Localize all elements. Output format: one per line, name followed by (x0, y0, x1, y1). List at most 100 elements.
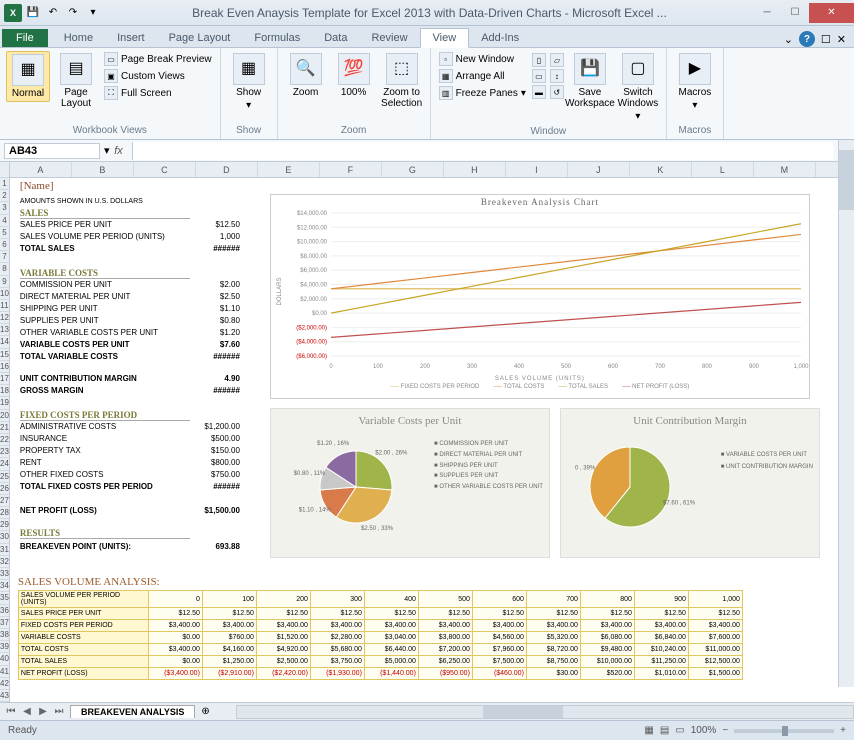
normal-view-icon: ▦ (12, 54, 44, 86)
tab-addins[interactable]: Add-Ins (469, 29, 531, 47)
sales-volume-analysis: SALES VOLUME ANALYSIS: SALES VOLUME PER … (18, 576, 818, 680)
svg-text:$2,000.00: $2,000.00 (300, 297, 327, 303)
save-workspace-icon: 💾 (574, 53, 606, 85)
zoom-level[interactable]: 100% (691, 725, 717, 736)
page-break-preview-button[interactable]: ▭Page Break Preview (102, 51, 214, 67)
svg-text:$8,000.00: $8,000.00 (300, 254, 327, 260)
horizontal-scrollbar[interactable] (236, 705, 854, 719)
pie1-svg: $2.00 , 26%$2.50 , 33%$1.10 , 14%$0.80 ,… (291, 437, 421, 547)
window-restore-icon[interactable]: ☐ (821, 33, 831, 46)
zoom-out-icon[interactable]: − (722, 725, 728, 736)
minimize-button[interactable]: ─ (753, 3, 781, 23)
arrange-all-button[interactable]: ▦Arrange All (437, 68, 528, 84)
new-window-button[interactable]: ▫New Window (437, 51, 528, 67)
quick-access-toolbar: X 💾 ↶ ↷ ▾ (0, 4, 106, 22)
macros-button[interactable]: ▶Macros▾ (673, 51, 717, 113)
analysis-table[interactable]: SALES VOLUME PER PERIOD (UNITS)010020030… (18, 590, 743, 680)
sync-scroll-icon[interactable]: ↕ (550, 69, 564, 83)
breakeven-chart[interactable]: Breakeven Analysis Chart $14,000.00$12,0… (270, 194, 810, 399)
tab-formulas[interactable]: Formulas (242, 29, 312, 47)
sheet-nav[interactable]: ⏮◀▶⏭ (0, 706, 70, 717)
sheet-tab-bar: ⏮◀▶⏭ BREAKEVEN ANALYSIS ⊕ (0, 702, 854, 720)
tab-view[interactable]: View (420, 28, 470, 48)
full-screen-button[interactable]: ⛶Full Screen (102, 85, 214, 101)
vertical-scrollbar[interactable] (838, 140, 854, 687)
custom-views-button[interactable]: ▣Custom Views (102, 68, 214, 84)
view-break-icon[interactable]: ▭ (675, 725, 684, 736)
window-close-icon[interactable]: ✕ (837, 33, 846, 46)
zoom-in-icon[interactable]: + (840, 725, 846, 736)
hide-icon[interactable]: ▭ (532, 69, 546, 83)
fx-icon[interactable]: fx (110, 145, 128, 157)
vscroll-thumb[interactable] (839, 150, 854, 210)
zoom-100-button[interactable]: 💯100% (332, 51, 376, 100)
switch-windows-icon: ▢ (622, 53, 654, 85)
help-icon[interactable]: ? (799, 31, 815, 47)
column-headers[interactable]: ABCDEFGHIJKLMN (10, 162, 854, 178)
svg-text:100: 100 (373, 364, 384, 370)
tab-home[interactable]: Home (52, 29, 105, 47)
svg-text:$0.80 , 11%: $0.80 , 11% (294, 471, 326, 477)
tab-page-layout[interactable]: Page Layout (157, 29, 243, 47)
zoom-selection-button[interactable]: ⬚Zoom to Selection (380, 51, 424, 111)
view-side-icon[interactable]: ▱ (550, 53, 564, 67)
page-layout-icon: ▤ (60, 53, 92, 85)
svg-text:200: 200 (420, 364, 431, 370)
status-bar: Ready ▦ ▤ ▭ 100% − + (0, 720, 854, 740)
svg-text:$6,000.00: $6,000.00 (300, 268, 327, 274)
svg-text:500: 500 (561, 364, 572, 370)
file-tab[interactable]: File (2, 29, 48, 47)
grid[interactable]: ABCDEFGHIJKLMN [Name] AMOUNTS SHOWN IN U… (10, 162, 854, 702)
sheet-tab-active[interactable]: BREAKEVEN ANALYSIS (70, 705, 195, 718)
view-normal-icon[interactable]: ▦ (644, 725, 653, 736)
undo-icon[interactable]: ↶ (44, 4, 62, 22)
minimize-ribbon-icon[interactable]: ⌄ (784, 33, 793, 46)
results-header: RESULTS (20, 528, 190, 539)
group-macros: ▶Macros▾ Macros (667, 48, 724, 139)
reset-pos-icon[interactable]: ↺ (550, 85, 564, 99)
fixed-header: FIXED COSTS PER PERIOD (20, 410, 190, 421)
close-button[interactable]: ✕ (809, 3, 854, 23)
amounts-note: AMOUNTS SHOWN IN U.S. DOLLARS (20, 198, 143, 205)
unhide-icon[interactable]: ▬ (532, 85, 546, 99)
macros-icon: ▶ (679, 53, 711, 85)
hscroll-thumb[interactable] (483, 706, 563, 718)
save-workspace-button[interactable]: 💾Save Workspace (568, 51, 612, 111)
row-headers[interactable]: 1234567891011121314151617181920212223242… (0, 162, 10, 702)
redo-icon[interactable]: ↷ (64, 4, 82, 22)
tab-data[interactable]: Data (312, 29, 359, 47)
show-button[interactable]: ▦Show▾ (227, 51, 271, 113)
tab-insert[interactable]: Insert (105, 29, 157, 47)
formula-bar: ▾ fx ⌄ (0, 140, 854, 162)
zoom-button[interactable]: 🔍Zoom (284, 51, 328, 100)
page-break-icon: ▭ (104, 52, 118, 66)
tab-review[interactable]: Review (359, 29, 419, 47)
page-layout-button[interactable]: ▤Page Layout (54, 51, 98, 111)
excel-icon[interactable]: X (4, 4, 22, 22)
svg-text:$2.50 , 33%: $2.50 , 33% (361, 526, 394, 532)
analysis-title: SALES VOLUME ANALYSIS: (18, 576, 818, 588)
freeze-panes-button[interactable]: ▥Freeze Panes ▾ (437, 85, 528, 101)
chart-legend: ── FIXED COSTS PER PERIOD── TOTAL COSTS─… (271, 382, 809, 392)
svg-text:$10,000.00: $10,000.00 (297, 240, 328, 246)
qat-dropdown-icon[interactable]: ▾ (84, 4, 102, 22)
pie1-legend: ■ COMMISSION PER UNIT■ DIRECT MATERIAL P… (434, 439, 543, 493)
formula-input[interactable] (132, 142, 833, 160)
save-icon[interactable]: 💾 (24, 4, 42, 22)
name-box[interactable] (4, 143, 100, 159)
svg-text:$1.10 , 14%: $1.10 , 14% (299, 508, 332, 514)
new-sheet-icon[interactable]: ⊕ (195, 706, 215, 717)
variable-costs-pie[interactable]: Variable Costs per Unit $2.00 , 26%$2.50… (270, 408, 550, 558)
freeze-panes-icon: ▥ (439, 86, 453, 100)
normal-view-button[interactable]: ▦Normal (6, 51, 50, 102)
split-icon[interactable]: ▯ (532, 53, 546, 67)
switch-windows-button[interactable]: ▢Switch Windows▾ (616, 51, 660, 124)
variable-header: VARIABLE COSTS (20, 268, 190, 279)
zoom-slider[interactable] (734, 729, 834, 733)
svg-text:$14,000.00: $14,000.00 (297, 211, 328, 217)
arrange-all-icon: ▦ (439, 69, 453, 83)
maximize-button[interactable]: ☐ (781, 3, 809, 23)
contribution-margin-pie[interactable]: Unit Contribution Margin $7.60 , 61%4.90… (560, 408, 820, 558)
svg-text:900: 900 (749, 364, 760, 370)
view-layout-icon[interactable]: ▤ (660, 725, 669, 736)
